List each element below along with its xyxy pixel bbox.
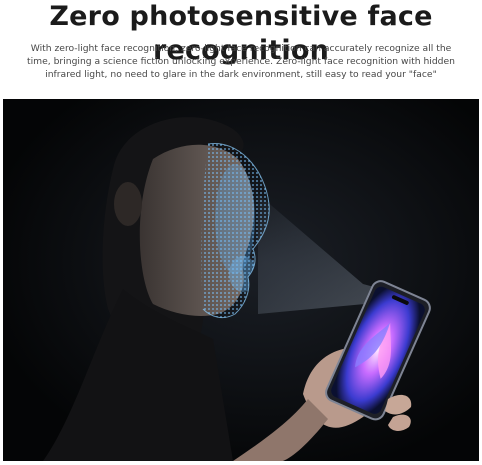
ear: [114, 182, 142, 226]
product-feature-banner: Zero photosensitive face recognition Wit…: [0, 0, 482, 465]
face-recognition-photo: [3, 99, 479, 461]
feature-description: With zero-light face recognition, zero-l…: [27, 43, 455, 80]
